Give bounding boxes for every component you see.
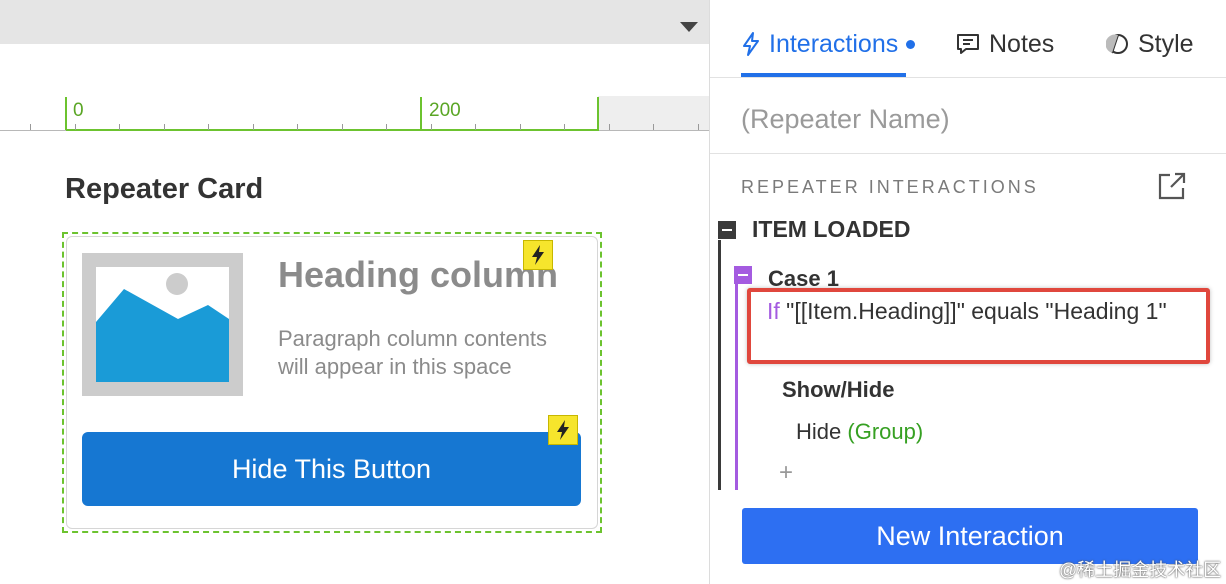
ruler-tick bbox=[208, 124, 209, 130]
dropdown-caret-icon[interactable] bbox=[680, 22, 698, 32]
condition-text[interactable]: If "[[Item.Heading]]" equals "Heading 1" bbox=[767, 296, 1202, 326]
open-external-icon[interactable] bbox=[1156, 170, 1188, 202]
panel-divider bbox=[709, 0, 710, 584]
ruler-tick bbox=[30, 124, 31, 130]
ruler-marker-start bbox=[65, 97, 67, 130]
collapse-event-icon[interactable] bbox=[718, 221, 736, 239]
ruler-tick bbox=[609, 124, 610, 130]
ruler-tick bbox=[520, 124, 521, 130]
action-target-group: (Group) bbox=[847, 419, 924, 444]
ruler-marker-end bbox=[597, 97, 599, 130]
condition-keyword: If bbox=[767, 298, 780, 324]
ruler-tick bbox=[698, 124, 699, 130]
case-tree-line bbox=[735, 284, 738, 490]
paragraph-column-text: Paragraph column contents will appear in… bbox=[278, 326, 548, 379]
ruler-tick bbox=[431, 124, 432, 130]
tab-style-label: Style bbox=[1138, 29, 1194, 58]
unsaved-indicator-dot bbox=[906, 39, 916, 49]
name-divider bbox=[710, 153, 1226, 154]
ruler-label-0: 0 bbox=[73, 100, 84, 121]
ruler-tick bbox=[119, 124, 120, 130]
tabs-divider bbox=[710, 77, 1226, 78]
tab-interactions[interactable]: Interactions bbox=[741, 28, 916, 60]
ruler-tick bbox=[253, 124, 254, 130]
ruler-marker-200 bbox=[420, 97, 422, 130]
heading-column-text: Heading column bbox=[278, 254, 559, 295]
hide-this-button[interactable]: Hide This Button bbox=[82, 432, 581, 506]
ruler-tick bbox=[386, 124, 387, 130]
lightning-bolt-icon[interactable] bbox=[523, 240, 553, 270]
ruler-tick bbox=[297, 124, 298, 130]
ruler-tick bbox=[564, 124, 565, 130]
tab-style[interactable]: Style bbox=[1106, 28, 1194, 60]
ruler-tick bbox=[475, 124, 476, 130]
canvas-top-toolbar bbox=[0, 0, 709, 44]
repeater-card-title: Repeater Card bbox=[65, 173, 264, 205]
style-swatch-icon bbox=[1106, 32, 1130, 56]
collapse-case-icon[interactable] bbox=[734, 266, 752, 284]
ruler-tick bbox=[342, 124, 343, 130]
add-action-button[interactable]: + bbox=[779, 459, 793, 487]
section-title: REPEATER INTERACTIONS bbox=[741, 177, 1039, 197]
tab-notes-label: Notes bbox=[989, 29, 1055, 58]
condition-expression: "[[Item.Heading]]" equals "Heading 1" bbox=[786, 298, 1167, 324]
ruler-tick bbox=[164, 124, 165, 130]
widget-name-field[interactable]: (Repeater Name) bbox=[741, 104, 950, 135]
action-verb: Hide bbox=[796, 419, 842, 444]
event-tree-line bbox=[718, 240, 721, 490]
watermark-text: @稀土掘金技术社区 bbox=[1059, 560, 1222, 580]
action-show-hide[interactable]: Show/Hide bbox=[782, 377, 894, 403]
lightning-bolt-icon[interactable] bbox=[548, 415, 578, 445]
ruler-label-200: 200 bbox=[429, 100, 461, 121]
lightning-icon bbox=[741, 31, 761, 57]
ruler-tick bbox=[75, 124, 76, 130]
tab-interactions-label: Interactions bbox=[769, 29, 899, 58]
image-placeholder-icon bbox=[96, 267, 229, 382]
speech-bubble-icon bbox=[955, 32, 981, 56]
action-target[interactable]: Hide (Group) bbox=[796, 419, 923, 445]
ruler bbox=[0, 96, 598, 131]
tab-notes[interactable]: Notes bbox=[955, 28, 1054, 60]
ruler-tick bbox=[653, 124, 654, 130]
event-item-loaded[interactable]: ITEM LOADED bbox=[752, 216, 910, 243]
